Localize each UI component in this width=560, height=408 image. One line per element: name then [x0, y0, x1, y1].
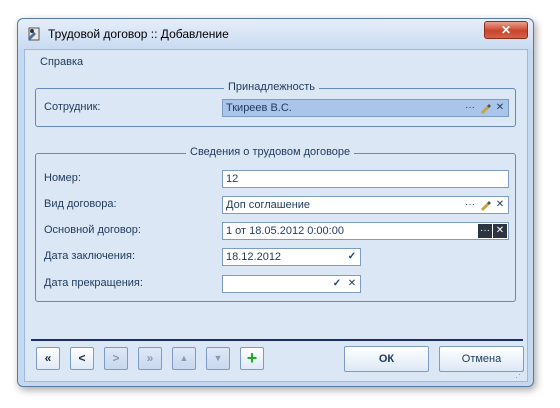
date-start-value: 18.12.2012 [226, 251, 282, 263]
contract-type-field[interactable]: Доп соглашение ··· ✕ [222, 196, 509, 214]
title-bar[interactable]: Трудовой договор :: Добавление ✕ [18, 19, 533, 49]
window-title: Трудовой договор :: Добавление [48, 27, 229, 41]
dialog-body: Справка Принадлежность Сотрудник: Ткирее… [24, 49, 528, 382]
main-contract-label: Основной договор: [44, 224, 141, 236]
close-button[interactable]: ✕ [484, 21, 528, 39]
employee-label: Сотрудник: [44, 101, 101, 113]
date-end-field[interactable]: ✓ ✕ [222, 275, 361, 293]
ok-button[interactable]: ОК [344, 346, 429, 372]
dialog-window: Трудовой договор :: Добавление ✕ Справка… [17, 18, 534, 387]
contract-type-edit-icon[interactable] [478, 198, 492, 212]
date-start-field[interactable]: 18.12.2012 ✓ [222, 248, 361, 266]
cancel-button[interactable]: Отмена [439, 346, 524, 372]
menu-help[interactable]: Справка [40, 56, 83, 68]
app-icon [28, 27, 40, 41]
main-contract-value: 1 от 18.05.2012 0:00:00 [226, 225, 344, 237]
main-contract-select-icon[interactable]: ··· [478, 224, 492, 238]
employee-select-icon[interactable]: ··· [463, 101, 477, 115]
contract-details-group: Сведения о трудовом договоре Номер: 12 В… [35, 146, 516, 302]
contract-type-clear-icon[interactable]: ✕ [493, 198, 507, 212]
number-value: 12 [226, 173, 239, 185]
date-end-clear-icon[interactable]: ✕ [345, 277, 359, 291]
date-end-check-icon[interactable]: ✓ [330, 277, 344, 291]
employee-clear-icon[interactable]: ✕ [493, 101, 507, 115]
last-record-button[interactable]: » [138, 347, 162, 370]
move-up-button[interactable]: ▲ [172, 347, 196, 370]
resize-grip-icon[interactable]: ⋰ [515, 369, 525, 379]
date-start-label: Дата заключения: [44, 250, 136, 262]
move-down-button[interactable]: ▼ [206, 347, 230, 370]
next-record-button[interactable]: > [104, 347, 128, 370]
affiliation-legend: Принадлежность [224, 81, 320, 93]
affiliation-group: Принадлежность Сотрудник: Ткиреев В.С. ·… [35, 81, 516, 127]
add-record-button[interactable]: + [240, 347, 264, 370]
first-record-button[interactable]: « [36, 347, 60, 370]
employee-field[interactable]: Ткиреев В.С. ··· ✕ [222, 99, 509, 117]
number-field[interactable]: 12 [222, 170, 509, 188]
main-contract-field[interactable]: 1 от 18.05.2012 0:00:00 ··· ✕ [222, 222, 509, 240]
date-start-check-icon[interactable]: ✓ [345, 250, 359, 264]
date-end-label: Дата прекращения: [44, 277, 143, 289]
prev-record-button[interactable]: < [70, 347, 94, 370]
contract-type-select-icon[interactable]: ··· [463, 198, 477, 212]
employee-edit-icon[interactable] [478, 101, 492, 115]
separator-line [31, 339, 523, 341]
employee-value: Ткиреев В.С. [226, 102, 292, 114]
number-label: Номер: [44, 172, 81, 184]
contract-type-label: Вид договора: [44, 198, 117, 210]
contract-details-legend: Сведения о трудовом договоре [186, 146, 355, 158]
main-contract-clear-icon[interactable]: ✕ [493, 224, 507, 238]
contract-type-value: Доп соглашение [226, 199, 311, 211]
